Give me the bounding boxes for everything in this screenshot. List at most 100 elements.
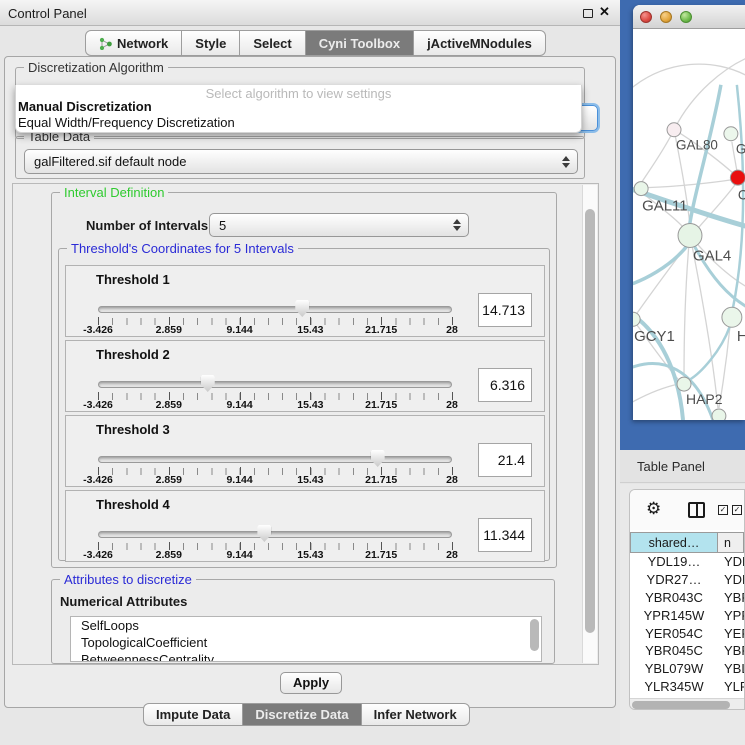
node-gal80[interactable] [667, 123, 681, 137]
threshold-2-label: Threshold 2 [96, 347, 170, 362]
number-of-intervals-value: 5 [219, 218, 226, 233]
slider-track[interactable] [98, 531, 452, 538]
tab-infer-network[interactable]: Infer Network [362, 703, 470, 726]
column-header-name[interactable]: n [718, 532, 744, 553]
node-label: GCY1 [634, 328, 675, 345]
table-panel-card: ⚙ ✓ ✓ shared… n YDL19…YDL1 YDR27…YDR2 YB… [629, 489, 745, 710]
apply-button[interactable]: Apply [280, 672, 342, 694]
float-window-icon[interactable] [583, 9, 593, 18]
slider-thumb[interactable] [295, 300, 309, 317]
tab-style[interactable]: Style [182, 30, 240, 56]
threshold-2-slider[interactable] [98, 377, 452, 393]
close-icon[interactable]: ✕ [599, 4, 610, 20]
split-view-icon[interactable] [688, 502, 705, 518]
node-top-right[interactable] [724, 127, 738, 141]
threshold-3-value[interactable]: 21.4 [478, 443, 532, 477]
node-label: C [738, 188, 745, 203]
node-label: G [736, 142, 745, 157]
control-panel-tabs: Network Style Select Cyni Toolbox jActiv… [85, 30, 546, 56]
threshold-1-value[interactable]: 14.713 [478, 293, 532, 327]
tab-jactivemnodules[interactable]: jActiveMNodules [414, 30, 546, 56]
tab-impute-data[interactable]: Impute Data [143, 703, 243, 726]
node-gal4[interactable] [678, 224, 702, 248]
slider-scale: -3.426 2.859 9.144 15.43 21.715 28 [98, 474, 452, 486]
control-panel-titlebar: Control Panel ✕ [0, 0, 620, 26]
table-data-combobox[interactable]: galFiltered.sif default node [24, 149, 578, 174]
discretization-algorithm-label: Discretization Algorithm [24, 60, 168, 75]
dropdown-option-equal-width-frequency[interactable]: Equal Width/Frequency Discretization [18, 115, 235, 130]
table-toolbar: ⚙ ✓ ✓ [630, 490, 744, 530]
table-row[interactable]: YDR27…YDR2 [630, 571, 744, 589]
slider-track[interactable] [98, 306, 452, 313]
gear-icon[interactable]: ⚙ [646, 499, 661, 519]
slider-track[interactable] [98, 456, 452, 463]
algorithm-dropdown-popup: Select algorithm to view settings Manual… [15, 85, 582, 133]
dropdown-option-manual-discretization[interactable]: Manual Discretization [18, 99, 152, 114]
table-row[interactable]: YDL19…YDL1 [630, 553, 744, 571]
table-horizontal-scrollbar[interactable] [630, 698, 744, 710]
table-row[interactable]: YBR045CYBR0 [630, 642, 744, 660]
combo-spinner-icon [562, 156, 570, 168]
scrollbar-thumb[interactable] [585, 209, 595, 633]
slider-scale: -3.426 2.859 9.144 15.43 21.715 28 [98, 324, 452, 336]
column-header-shared-name[interactable]: shared… [630, 532, 718, 553]
threshold-1-slider[interactable] [98, 302, 452, 318]
list-item[interactable]: BetweennessCentrality [71, 651, 541, 662]
checkbox-icon[interactable]: ✓ [732, 505, 742, 515]
table-row[interactable]: YBR043CYBR0 [630, 589, 744, 607]
number-of-intervals-label: Number of Intervals [86, 218, 208, 233]
threshold-4-value[interactable]: 11.344 [478, 518, 532, 552]
node-gcy1[interactable] [633, 312, 640, 326]
zoom-traffic-light[interactable] [680, 11, 692, 23]
node-bottom-partial[interactable] [712, 409, 726, 420]
threshold-2-value[interactable]: 6.316 [478, 368, 532, 402]
close-traffic-light[interactable] [640, 11, 652, 23]
interval-definition-label: Interval Definition [60, 185, 168, 200]
slider-thumb[interactable] [257, 525, 271, 542]
numerical-attributes-label: Numerical Attributes [60, 594, 187, 609]
network-canvas[interactable]: GAL80 G GAL11 C GAL4 GCY1 H HAP2 [633, 30, 745, 420]
table-row[interactable]: YBL079WYBL0 [630, 660, 744, 678]
table-panel-title: Table Panel [637, 459, 705, 474]
settings-vertical-scrollbar[interactable] [582, 185, 597, 663]
threshold-3-slider[interactable] [98, 452, 452, 468]
network-nodes[interactable] [633, 123, 745, 420]
node-red-selected[interactable] [730, 170, 745, 185]
table-row[interactable]: YER054CYER0 [630, 624, 744, 642]
table-row[interactable]: YPR145WYPR1 [630, 606, 744, 624]
combo-spinner-icon [453, 219, 461, 231]
thresholds-group-label: Threshold's Coordinates for 5 Intervals [67, 241, 298, 256]
attributes-list-scrollbar[interactable] [530, 619, 539, 651]
table-body: YDL19…YDL1 YDR27…YDR2 YBR043CYBR0 YPR145… [630, 553, 744, 698]
control-panel-window: Control Panel ✕ Network Style Select Cyn… [0, 0, 620, 745]
node-hap2[interactable] [677, 377, 691, 391]
node-gal11[interactable] [634, 182, 648, 196]
number-of-intervals-combobox[interactable]: 5 [209, 213, 469, 237]
slider-thumb[interactable] [371, 450, 385, 467]
tab-discretize-data[interactable]: Discretize Data [243, 703, 361, 726]
slider-track[interactable] [98, 381, 452, 388]
node-right-mid[interactable] [722, 307, 742, 327]
thresholds-group: Threshold's Coordinates for 5 Intervals … [58, 248, 550, 561]
threshold-2-panel: Threshold 2 -3.426 2.859 9.144 15. [65, 340, 545, 412]
node-label: H [737, 328, 745, 345]
table-row[interactable]: YLR345WYLR3 [630, 678, 744, 696]
tab-cyni-toolbox[interactable]: Cyni Toolbox [306, 30, 414, 56]
slider-scale: -3.426 2.859 9.144 15.43 21.715 28 [98, 549, 452, 561]
tab-select[interactable]: Select [240, 30, 305, 56]
attributes-group-label: Attributes to discretize [60, 572, 196, 587]
list-item[interactable]: TopologicalCoefficient [71, 634, 541, 651]
threshold-3-panel: Threshold 3 -3.426 2.859 9.144 15. [65, 415, 545, 487]
checkbox-icon[interactable]: ✓ [718, 505, 728, 515]
table-header-row: shared… n [630, 532, 744, 553]
scrollbar-thumb[interactable] [632, 701, 730, 709]
table-panel-header: Table Panel [620, 450, 745, 483]
tab-network[interactable]: Network [85, 30, 182, 56]
minimize-traffic-light[interactable] [660, 11, 672, 23]
list-item[interactable]: SelfLoops [71, 617, 541, 634]
threshold-3-label: Threshold 3 [96, 422, 170, 437]
slider-thumb[interactable] [201, 375, 215, 392]
attributes-list[interactable]: SelfLoops TopologicalCoefficient Between… [70, 616, 542, 662]
tab-label: Network [117, 36, 168, 51]
threshold-4-slider[interactable] [98, 527, 452, 543]
